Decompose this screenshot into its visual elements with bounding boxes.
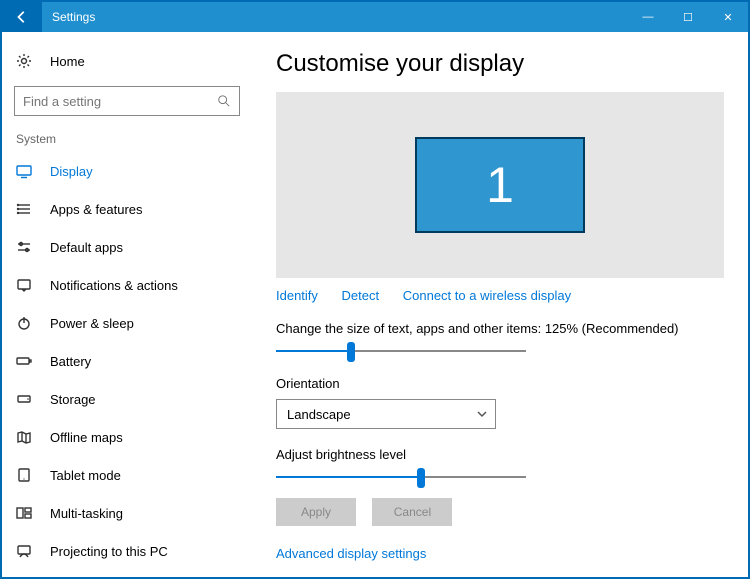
list-icon xyxy=(16,201,32,217)
notification-icon xyxy=(16,277,32,293)
sidebar-item-label: Battery xyxy=(50,354,91,369)
sidebar-item-notifications[interactable]: Notifications & actions xyxy=(2,266,252,304)
chevron-down-icon xyxy=(477,409,487,419)
multitask-icon xyxy=(16,505,32,521)
advanced-display-link[interactable]: Advanced display settings xyxy=(276,546,426,561)
sidebar-item-label: Storage xyxy=(50,392,96,407)
slider-thumb[interactable] xyxy=(417,468,425,488)
close-button[interactable]: ✕ xyxy=(708,2,748,32)
sidebar-item-label: Multi-tasking xyxy=(50,506,123,521)
monitor-tile[interactable]: 1 xyxy=(415,137,585,233)
titlebar: Settings — ☐ ✕ xyxy=(2,2,748,32)
defaults-icon xyxy=(16,239,32,255)
sidebar-item-label: Apps & features xyxy=(50,202,143,217)
sidebar: Home System Display Apps & features Defa… xyxy=(2,32,252,577)
sidebar-item-power-sleep[interactable]: Power & sleep xyxy=(2,304,252,342)
scale-slider[interactable] xyxy=(276,344,526,358)
page-title: Customise your display xyxy=(276,50,724,78)
scale-label: Change the size of text, apps and other … xyxy=(276,321,724,336)
storage-icon xyxy=(16,391,32,407)
map-icon xyxy=(16,429,32,445)
sidebar-item-tablet-mode[interactable]: Tablet mode xyxy=(2,456,252,494)
orientation-select[interactable]: Landscape xyxy=(276,399,496,429)
sidebar-home-label: Home xyxy=(50,54,85,69)
sidebar-item-label: Display xyxy=(50,164,93,179)
sidebar-item-battery[interactable]: Battery xyxy=(2,342,252,380)
wireless-display-link[interactable]: Connect to a wireless display xyxy=(403,288,571,303)
monitor-icon xyxy=(16,163,32,179)
detect-link[interactable]: Detect xyxy=(342,288,380,303)
identify-link[interactable]: Identify xyxy=(276,288,318,303)
sidebar-section-label: System xyxy=(2,126,252,152)
sidebar-item-multitasking[interactable]: Multi-tasking xyxy=(2,494,252,532)
monitor-number: 1 xyxy=(486,156,514,214)
search-field[interactable] xyxy=(23,94,217,109)
sidebar-item-label: Notifications & actions xyxy=(50,278,178,293)
sidebar-home[interactable]: Home xyxy=(2,42,252,80)
slider-thumb[interactable] xyxy=(347,342,355,362)
gear-icon xyxy=(16,53,32,69)
sidebar-item-display[interactable]: Display xyxy=(2,152,252,190)
maximize-button[interactable]: ☐ xyxy=(668,2,708,32)
sidebar-item-storage[interactable]: Storage xyxy=(2,380,252,418)
sidebar-item-label: Default apps xyxy=(50,240,123,255)
power-icon xyxy=(16,315,32,331)
apply-button[interactable]: Apply xyxy=(276,498,356,526)
battery-icon xyxy=(16,353,32,369)
search-input[interactable] xyxy=(14,86,240,116)
orientation-value: Landscape xyxy=(287,407,351,422)
projecting-icon xyxy=(16,543,32,559)
sidebar-item-label: Projecting to this PC xyxy=(50,544,168,559)
brightness-slider[interactable] xyxy=(276,470,526,484)
display-preview: 1 xyxy=(276,92,724,278)
cancel-button[interactable]: Cancel xyxy=(372,498,452,526)
sidebar-item-default-apps[interactable]: Default apps xyxy=(2,228,252,266)
minimize-button[interactable]: — xyxy=(628,2,668,32)
search-icon xyxy=(217,94,231,108)
back-button[interactable] xyxy=(2,2,42,32)
tablet-icon xyxy=(16,467,32,483)
sidebar-item-label: Power & sleep xyxy=(50,316,134,331)
sidebar-item-projecting[interactable]: Projecting to this PC xyxy=(2,532,252,570)
sidebar-item-apps-features[interactable]: Apps & features xyxy=(2,190,252,228)
brightness-label: Adjust brightness level xyxy=(276,447,724,462)
content-pane: Customise your display 1 Identify Detect… xyxy=(252,32,748,577)
display-action-links: Identify Detect Connect to a wireless di… xyxy=(276,288,724,303)
window-title: Settings xyxy=(52,10,95,24)
sidebar-item-label: Tablet mode xyxy=(50,468,121,483)
sidebar-item-offline-maps[interactable]: Offline maps xyxy=(2,418,252,456)
sidebar-item-label: Offline maps xyxy=(50,430,123,445)
orientation-label: Orientation xyxy=(276,376,724,391)
